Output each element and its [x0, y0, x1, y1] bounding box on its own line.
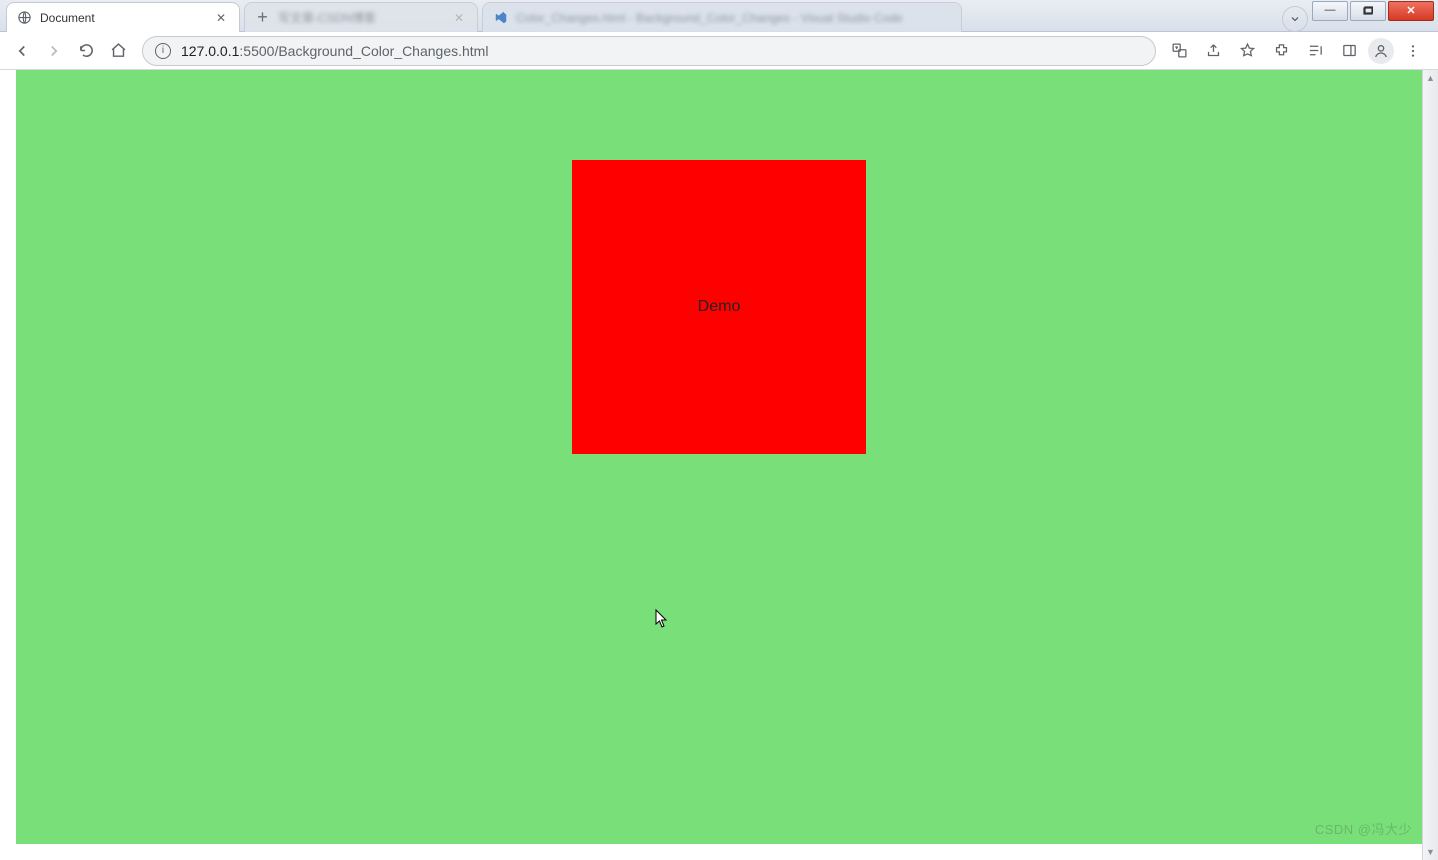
close-tab-icon[interactable]: ✕: [451, 10, 467, 26]
tab-strip: Document ✕ + 写文章-CSDN博客 ✕ Color_Changes.…: [6, 2, 966, 32]
url-text: 127.0.0.1:5500/Background_Color_Changes.…: [181, 43, 488, 59]
bookmark-star-icon[interactable]: [1232, 36, 1262, 66]
demo-box[interactable]: Demo: [572, 160, 866, 454]
reading-list-icon[interactable]: [1300, 36, 1330, 66]
globe-icon: [17, 10, 32, 25]
forward-button[interactable]: [38, 35, 70, 67]
tab-vscode[interactable]: Color_Changes.html - Background_Color_Ch…: [482, 2, 962, 32]
search-tabs-button[interactable]: [1282, 6, 1308, 32]
close-tab-icon[interactable]: ✕: [213, 10, 229, 26]
tab-title: 写文章-CSDN博客: [278, 9, 451, 26]
plus-icon: +: [255, 10, 270, 25]
window-maximize-button[interactable]: [1350, 1, 1386, 21]
scroll-down-icon[interactable]: ▼: [1426, 844, 1435, 860]
reload-button[interactable]: [70, 35, 102, 67]
sidepanel-icon[interactable]: [1334, 36, 1364, 66]
cursor-icon: [656, 610, 668, 628]
share-icon[interactable]: [1198, 36, 1228, 66]
kebab-menu-icon[interactable]: [1398, 36, 1428, 66]
os-titlebar: — ✕ Document ✕ + 写文章-CSDN博客 ✕ Color_Chan…: [0, 0, 1438, 32]
extensions-icon[interactable]: [1266, 36, 1296, 66]
address-bar[interactable]: i 127.0.0.1:5500/Background_Color_Change…: [142, 36, 1156, 66]
profile-avatar[interactable]: [1368, 38, 1394, 64]
tab-title: Document: [40, 11, 213, 25]
browser-toolbar: i 127.0.0.1:5500/Background_Color_Change…: [0, 32, 1438, 70]
tab-title: Color_Changes.html - Background_Color_Ch…: [516, 11, 951, 25]
page-body[interactable]: Demo CSDN @冯大少: [16, 70, 1422, 844]
watermark-text: CSDN @冯大少: [1315, 819, 1412, 838]
vscode-icon: [493, 10, 508, 25]
tab-document[interactable]: Document ✕: [6, 2, 240, 32]
home-button[interactable]: [102, 35, 134, 67]
translate-icon[interactable]: [1164, 36, 1194, 66]
back-button[interactable]: [6, 35, 38, 67]
window-minimize-button[interactable]: —: [1312, 1, 1348, 21]
window-close-button[interactable]: ✕: [1388, 1, 1434, 21]
demo-box-label: Demo: [698, 298, 741, 316]
vertical-scrollbar[interactable]: ▲ ▼: [1422, 70, 1438, 860]
site-info-icon[interactable]: i: [155, 43, 171, 59]
page-viewport: Demo CSDN @冯大少: [0, 70, 1438, 860]
tab-csdn[interactable]: + 写文章-CSDN博客 ✕: [244, 2, 478, 32]
scroll-up-icon[interactable]: ▲: [1426, 70, 1435, 86]
toolbar-right: [1164, 36, 1432, 66]
